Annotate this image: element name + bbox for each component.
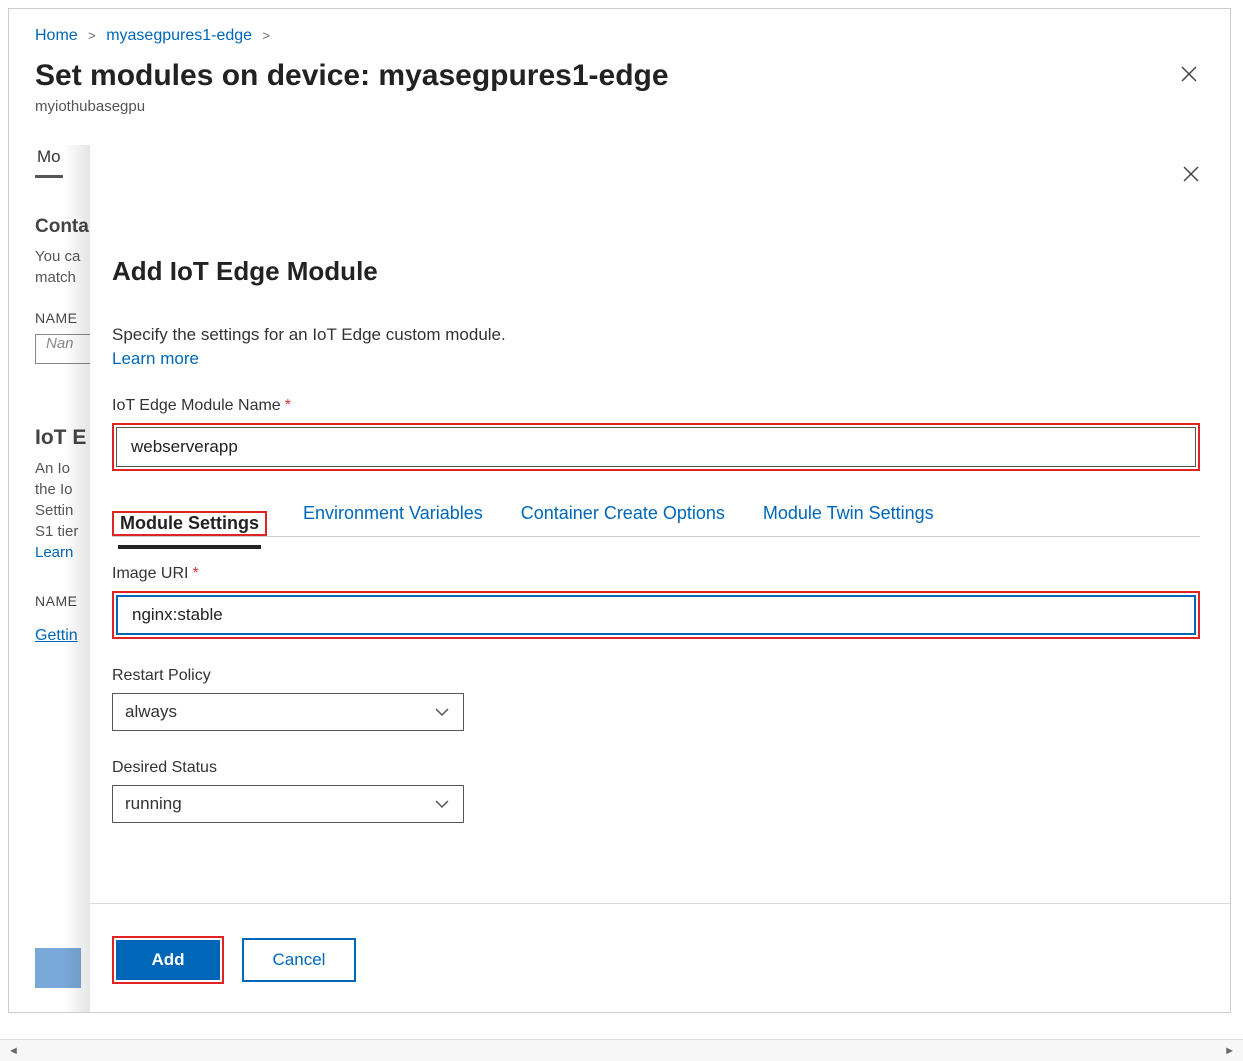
close-panel-button[interactable] [1176, 159, 1206, 194]
chevron-down-icon [433, 795, 451, 813]
image-uri-highlight [112, 591, 1200, 639]
tab-environment-variables[interactable]: Environment Variables [301, 493, 485, 536]
tab-module-settings-highlight: Module Settings [112, 511, 267, 536]
page-subtitle: myiothubasegpu [9, 94, 1230, 115]
add-button-highlight: Add [112, 936, 224, 984]
panel-tabs: Module Settings Environment Variables Co… [112, 493, 1200, 537]
image-uri-input[interactable] [116, 595, 1196, 635]
restart-policy-value: always [125, 702, 177, 722]
breadcrumb: Home > myasegpures1-edge > [9, 9, 1230, 45]
bg-tab-modules[interactable]: Mo [35, 139, 63, 178]
learn-more-link[interactable]: Learn more [112, 349, 1200, 369]
tab-module-settings[interactable]: Module Settings [118, 503, 261, 549]
page-title: Set modules on device: myasegpures1-edge [35, 59, 669, 93]
scroll-left-arrow[interactable]: ◄ [4, 1045, 23, 1057]
module-name-input[interactable] [116, 427, 1196, 467]
close-icon [1180, 65, 1198, 83]
close-page-button[interactable] [1174, 59, 1204, 94]
breadcrumb-home[interactable]: Home [35, 27, 78, 44]
module-name-highlight [112, 423, 1200, 471]
cancel-button[interactable]: Cancel [242, 938, 356, 982]
horizontal-scrollbar[interactable]: ◄ ► [0, 1039, 1243, 1061]
breadcrumb-device[interactable]: myasegpures1-edge [106, 27, 252, 44]
module-name-label: IoT Edge Module Name* [112, 397, 1200, 415]
add-button[interactable]: Add [116, 940, 220, 980]
add-module-panel: Add IoT Edge Module Specify the settings… [90, 145, 1230, 1013]
chevron-right-icon: > [257, 28, 277, 43]
required-indicator: * [192, 565, 198, 582]
desired-status-select[interactable]: running [112, 785, 464, 823]
panel-title: Add IoT Edge Module [112, 256, 1200, 287]
chevron-down-icon [433, 703, 451, 721]
chevron-right-icon: > [82, 28, 102, 43]
restart-policy-select[interactable]: always [112, 693, 464, 731]
image-uri-label: Image URI* [112, 565, 1200, 583]
tab-container-create-options[interactable]: Container Create Options [519, 493, 727, 536]
tab-module-twin-settings[interactable]: Module Twin Settings [761, 493, 936, 536]
panel-shadow [63, 145, 90, 1013]
desired-status-value: running [125, 794, 182, 814]
panel-footer: Add Cancel [90, 903, 1230, 1013]
desired-status-label: Desired Status [112, 759, 1200, 777]
required-indicator: * [285, 397, 291, 414]
panel-description: Specify the settings for an IoT Edge cus… [112, 325, 1200, 345]
restart-policy-label: Restart Policy [112, 667, 1200, 685]
scroll-right-arrow[interactable]: ► [1220, 1045, 1239, 1057]
close-icon [1182, 165, 1200, 183]
